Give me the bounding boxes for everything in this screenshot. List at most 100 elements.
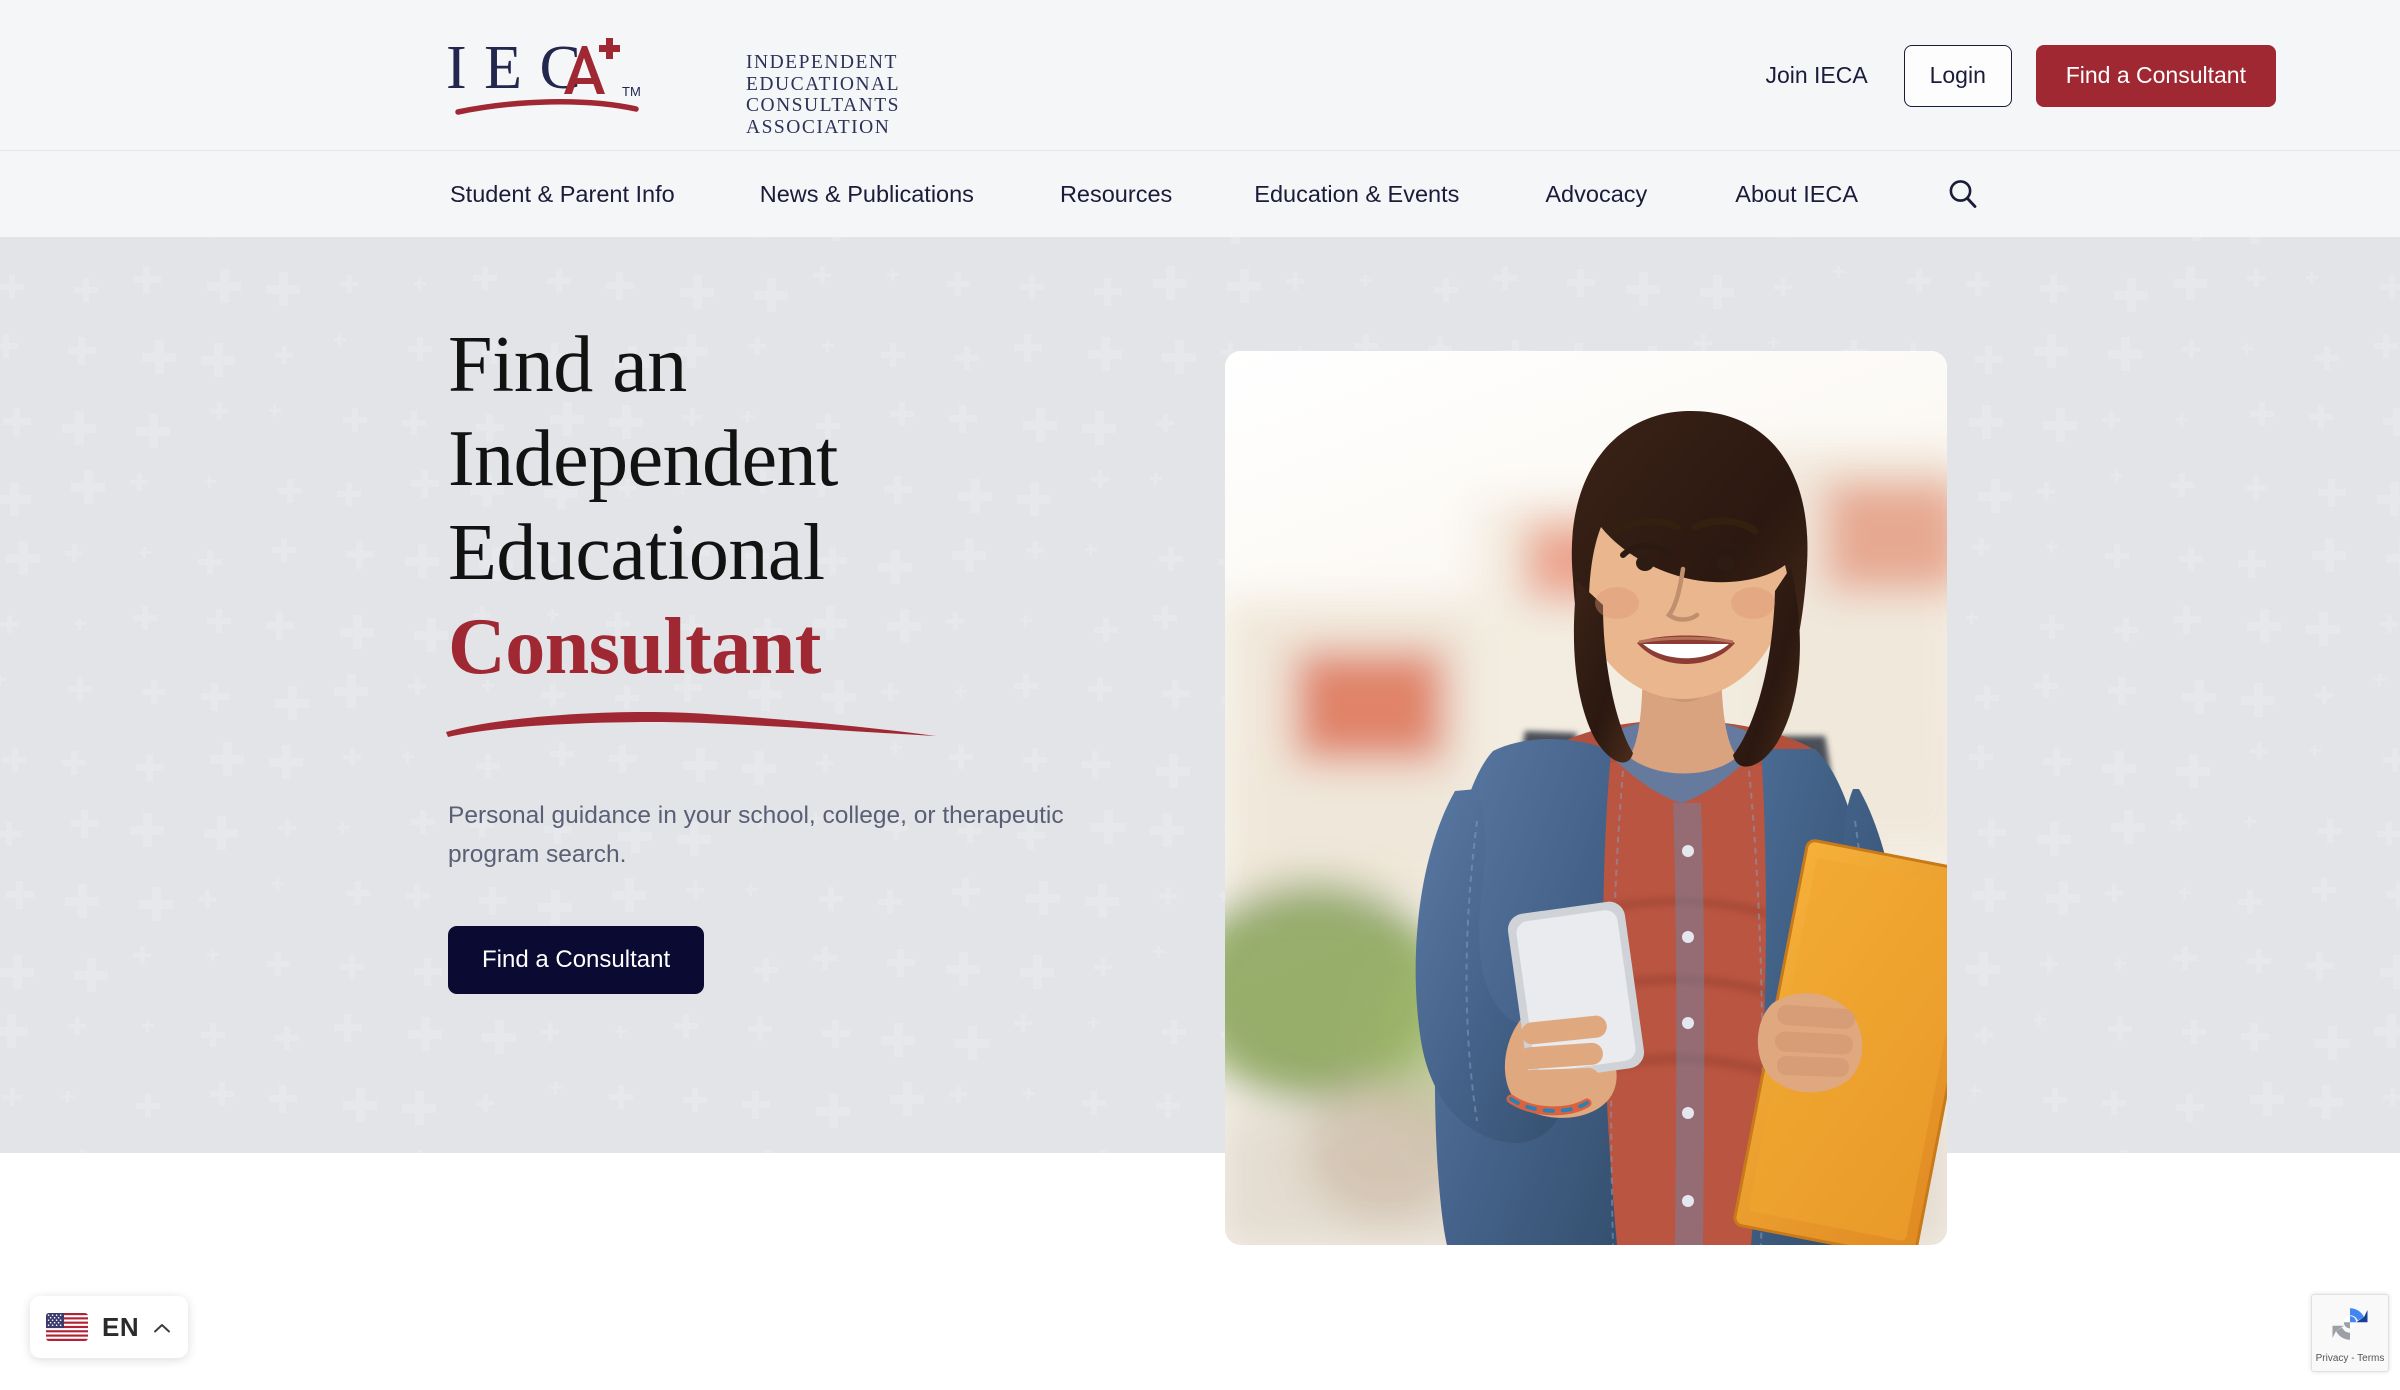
hero-find-consultant-button[interactable]: Find a Consultant xyxy=(448,926,705,994)
background-plus xyxy=(674,1014,698,1038)
background-plus xyxy=(1700,275,1734,309)
background-plus xyxy=(65,544,83,562)
background-plus xyxy=(2176,754,2210,788)
background-plus xyxy=(881,1023,915,1057)
background-plus xyxy=(0,275,24,299)
background-plus xyxy=(2383,748,2400,772)
background-plus xyxy=(139,887,173,921)
background-plus xyxy=(1082,751,1110,779)
background-plus xyxy=(133,946,151,964)
search-button[interactable] xyxy=(1940,171,1986,217)
background-plus xyxy=(1567,269,1595,297)
background-plus xyxy=(2380,615,2398,633)
background-plus xyxy=(2173,946,2197,970)
hero-heading-line-1: Find an xyxy=(448,321,687,409)
background-plus xyxy=(275,346,293,364)
background-plus xyxy=(2380,955,2400,989)
background-plus xyxy=(1020,615,1032,627)
background-plus xyxy=(201,683,229,711)
background-plus xyxy=(2114,278,2148,312)
chevron-up-icon xyxy=(153,1321,171,1333)
background-plus xyxy=(2108,337,2142,371)
background-plus xyxy=(2179,887,2191,899)
background-plus xyxy=(2111,1150,2139,1153)
background-plus xyxy=(2377,482,2400,516)
background-plus xyxy=(343,1088,377,1122)
nav-item-advocacy[interactable]: Advocacy xyxy=(1545,171,1647,218)
join-ieca-link[interactable]: Join IECA xyxy=(1753,54,1879,97)
recaptcha-icon xyxy=(2329,1303,2371,1350)
background-plus xyxy=(2046,881,2080,915)
background-plus xyxy=(1014,1014,1032,1032)
background-plus xyxy=(2182,340,2200,358)
background-plus xyxy=(2306,612,2340,646)
background-plus xyxy=(2037,482,2055,500)
background-plus xyxy=(1966,272,1990,296)
recaptcha-badge[interactable]: Privacy - Terms xyxy=(2311,1294,2389,1372)
background-plus xyxy=(2241,343,2253,355)
background-plus xyxy=(2309,745,2321,757)
background-plus xyxy=(3,408,31,436)
background-plus xyxy=(1094,958,1112,976)
background-plus xyxy=(278,479,302,503)
ieca-logo-icon: I E C TM xyxy=(446,34,641,115)
background-plus xyxy=(408,337,432,361)
background-plus xyxy=(1969,745,1993,769)
background-plus xyxy=(2386,541,2400,575)
background-plus xyxy=(207,269,241,303)
background-plus xyxy=(2318,819,2342,843)
background-plus xyxy=(1085,884,1119,918)
login-button[interactable]: Login xyxy=(1903,44,2012,107)
logo-wordmark-line-4: ASSOCIATION xyxy=(746,116,891,138)
hero-content: Find an Independent Educational Consulta… xyxy=(446,318,1064,994)
background-plus xyxy=(136,1094,160,1118)
background-plus xyxy=(1975,346,2003,374)
background-plus xyxy=(405,544,439,578)
background-plus xyxy=(2114,618,2138,642)
background-plus xyxy=(136,414,170,448)
background-plus xyxy=(1972,538,1990,556)
header-find-consultant-button[interactable]: Find a Consultant xyxy=(2035,44,2276,107)
background-plus xyxy=(2241,683,2275,717)
background-plus xyxy=(2250,742,2268,760)
background-plus xyxy=(2309,405,2333,429)
background-plus xyxy=(2040,615,2064,639)
background-plus xyxy=(2040,955,2058,973)
nav-item-student-parent-info[interactable]: Student & Parent Info xyxy=(450,171,675,218)
background-plus xyxy=(1162,1020,1186,1044)
nav-item-about-ieca[interactable]: About IECA xyxy=(1735,171,1858,218)
background-plus xyxy=(1020,955,1054,989)
background-plus xyxy=(2244,816,2256,828)
background-plus xyxy=(1159,547,1183,571)
background-plus xyxy=(1966,612,1978,624)
background-plus xyxy=(2102,411,2120,429)
nav-item-news-publications[interactable]: News & Publications xyxy=(760,171,974,218)
background-plus xyxy=(1975,686,1999,710)
background-plus xyxy=(1026,541,1044,559)
background-plus xyxy=(346,541,374,569)
site-logo[interactable]: I E C TM INDEPENDENT EDUCATIONAL CONSULT… xyxy=(446,30,899,138)
language-switcher[interactable]: EN xyxy=(30,1296,188,1358)
background-plus xyxy=(266,272,300,306)
background-plus xyxy=(2247,949,2271,973)
background-plus xyxy=(414,958,442,986)
nav-item-education-events[interactable]: Education & Events xyxy=(1254,171,1459,218)
background-plus xyxy=(266,952,290,976)
background-plus xyxy=(1020,275,1044,299)
background-plus xyxy=(890,1082,924,1116)
background-plus xyxy=(2179,547,2203,571)
background-plus xyxy=(2374,674,2386,686)
nav-item-resources[interactable]: Resources xyxy=(1060,171,1172,218)
hero-heading-line-3: Educational xyxy=(448,509,825,597)
background-plus xyxy=(2315,346,2339,370)
background-plus xyxy=(1088,1017,1100,1029)
background-plus xyxy=(6,881,34,909)
background-plus xyxy=(1082,1091,1106,1115)
background-plus xyxy=(2318,479,2346,507)
background-plus xyxy=(1626,272,1660,306)
background-plus xyxy=(275,686,309,720)
background-plus xyxy=(3,748,27,772)
background-plus xyxy=(210,402,228,420)
background-plus xyxy=(1360,275,1372,287)
background-plus xyxy=(1082,411,1116,445)
